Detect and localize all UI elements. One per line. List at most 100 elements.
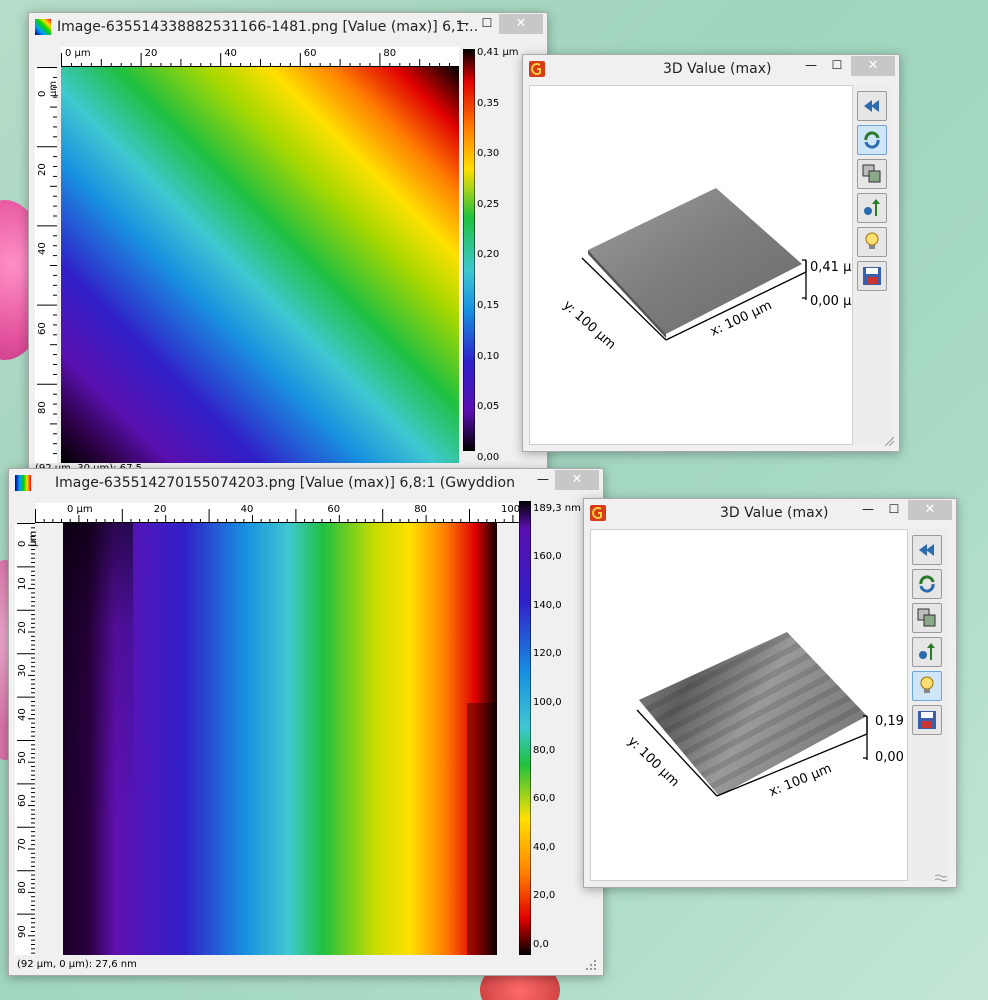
rotate-icon (919, 575, 935, 593)
height-map-image[interactable] (61, 67, 459, 463)
window-title: 3D Value (max) (663, 61, 772, 77)
color-scale-bar (463, 49, 475, 451)
scale-icon (917, 608, 936, 627)
color-scale-label: 0,41 µm (477, 47, 519, 58)
light-button[interactable] (912, 671, 942, 701)
z-scale-button[interactable] (857, 193, 887, 223)
horizontal-ruler: 0 µm 20 40 60 80 (61, 47, 459, 67)
rewind-icon (919, 544, 934, 556)
color-scale-label: 0,05 (477, 401, 500, 413)
resize-grip-icon[interactable] (934, 873, 950, 883)
z-max-label: 0,19 (875, 714, 904, 729)
horizontal-ruler: 0 µm 20 40 60 80 100 (35, 503, 523, 523)
ruler-tick-label: 0 µm (67, 504, 93, 515)
minimize-button[interactable]: — (799, 56, 823, 76)
window-title: Image-635514270155074203.png [Value (max… (55, 475, 515, 491)
ruler-tick-label: 20 (144, 48, 158, 59)
color-scale-bar (519, 501, 531, 955)
resize-grip-icon[interactable] (883, 435, 895, 447)
minimize-button[interactable]: — (531, 470, 555, 490)
minimize-button[interactable]: — (451, 14, 475, 34)
image-window-2[interactable]: Image-635514270155074203.png [Value (max… (8, 468, 604, 976)
gradient-image-icon (35, 19, 51, 35)
rotate-button[interactable] (857, 125, 887, 155)
ruler-tick-label: 40 (240, 504, 254, 515)
vertical-ruler: 0 µm 20 40 60 80 (35, 67, 59, 463)
ruler-tick-label: 60 (303, 48, 317, 59)
title-bar[interactable]: 3D Value (max) — ☐ ✕ (584, 499, 956, 527)
reset-view-button[interactable] (857, 91, 887, 121)
3d-surface-plot[interactable] (530, 86, 854, 446)
minimize-button[interactable]: — (856, 500, 880, 520)
ruler-tick-label: 10 (17, 577, 28, 591)
ruler-tick-label: 80 (414, 504, 427, 515)
image-window-1[interactable]: Image-635514338882531166-1481.png [Value… (28, 12, 548, 474)
ruler-tick-label: 40 (224, 48, 237, 59)
z-min-label: 0,00 µ (810, 294, 852, 309)
ruler-tick-label: 20 (37, 163, 48, 177)
color-scale-label: 120,0 (533, 648, 562, 660)
z-scale-button[interactable] (912, 637, 942, 667)
color-scale-label: 160,0 (533, 551, 562, 563)
color-scale-label: 80,0 (533, 745, 556, 756)
color-scale-label: 0,30 (477, 148, 500, 160)
color-scale-label: 0,20 (477, 249, 500, 261)
save-button[interactable] (857, 261, 887, 291)
close-button[interactable]: ✕ (908, 500, 952, 520)
3d-view-window-1[interactable]: 3D Value (max) — ☐ ✕ 0,41 µ 0,00 µ y: 10… (522, 54, 900, 452)
close-button[interactable]: ✕ (555, 470, 599, 490)
floppy-disk-icon (863, 267, 881, 285)
ruler-tick-label: 40 (37, 242, 48, 256)
light-bulb-icon (865, 232, 879, 249)
z-scale-icon (864, 199, 880, 216)
light-button[interactable] (857, 227, 887, 257)
ruler-tick-label: 0 µm (37, 80, 59, 97)
ruler-tick-label: 60 (37, 321, 48, 335)
ruler-tick-label: 100 (501, 504, 521, 515)
gradient-image-icon (15, 475, 31, 491)
scale-button[interactable] (857, 159, 887, 189)
scale-button[interactable] (912, 603, 942, 633)
app-logo-icon (529, 61, 545, 77)
app-logo-icon (590, 505, 606, 521)
maximize-button[interactable]: ☐ (475, 14, 499, 34)
height-map-image[interactable] (63, 523, 497, 955)
z-min-label: 0,00 (875, 750, 904, 765)
close-button[interactable]: ✕ (851, 56, 895, 76)
3d-viewport[interactable]: 0,41 µ 0,00 µ y: 100 µm x: 100 µm (529, 85, 853, 445)
reset-view-button[interactable] (912, 535, 942, 565)
color-scale-label: 100,0 (533, 696, 562, 708)
window-title: Image-635514338882531166-1481.png [Value… (57, 19, 477, 35)
status-bar: (92 µm, 0 µm): 27,6 nm (17, 959, 137, 970)
color-scale-label: 0,0 (533, 938, 549, 950)
ruler-tick-label: 70 (17, 838, 28, 851)
scale-icon (862, 164, 881, 183)
ruler-tick-label: 60 (327, 504, 341, 515)
color-scale-label: 20,0 (533, 890, 556, 902)
3d-view-window-2[interactable]: 3D Value (max) — ☐ ✕ 0,19 0,00 y: 100 µm… (583, 498, 957, 888)
rotate-button[interactable] (912, 569, 942, 599)
floppy-disk-icon (918, 711, 936, 729)
3d-toolbar (908, 529, 950, 881)
ruler-tick-label: 60 (17, 794, 28, 808)
ruler-tick-label: 20 (153, 504, 167, 515)
color-scale-label: 0,35 (477, 97, 500, 109)
title-bar[interactable]: Image-635514270155074203.png [Value (max… (9, 469, 603, 497)
color-scale-label: 0,10 (477, 350, 500, 362)
3d-surface-plot[interactable] (591, 530, 909, 882)
maximize-button[interactable]: ☐ (825, 56, 849, 76)
resize-grip-icon[interactable] (585, 959, 597, 971)
color-scale-label: 60,0 (533, 793, 556, 805)
ruler-tick-label: 0 µm (65, 48, 91, 59)
ruler-tick-label: 30 (17, 664, 28, 678)
ruler-tick-label: 80 (383, 48, 397, 59)
maximize-button[interactable]: ☐ (882, 500, 906, 520)
3d-viewport[interactable]: 0,19 0,00 y: 100 µm x: 100 µm (590, 529, 908, 881)
title-bar[interactable]: 3D Value (max) — ☐ ✕ (523, 55, 899, 83)
3d-toolbar (853, 85, 893, 445)
color-scale-label: 0,00 (477, 451, 500, 463)
close-button[interactable]: ✕ (499, 14, 543, 34)
title-bar[interactable]: Image-635514338882531166-1481.png [Value… (29, 13, 547, 41)
ruler-tick-label: 90 (17, 924, 28, 938)
save-button[interactable] (912, 705, 942, 735)
